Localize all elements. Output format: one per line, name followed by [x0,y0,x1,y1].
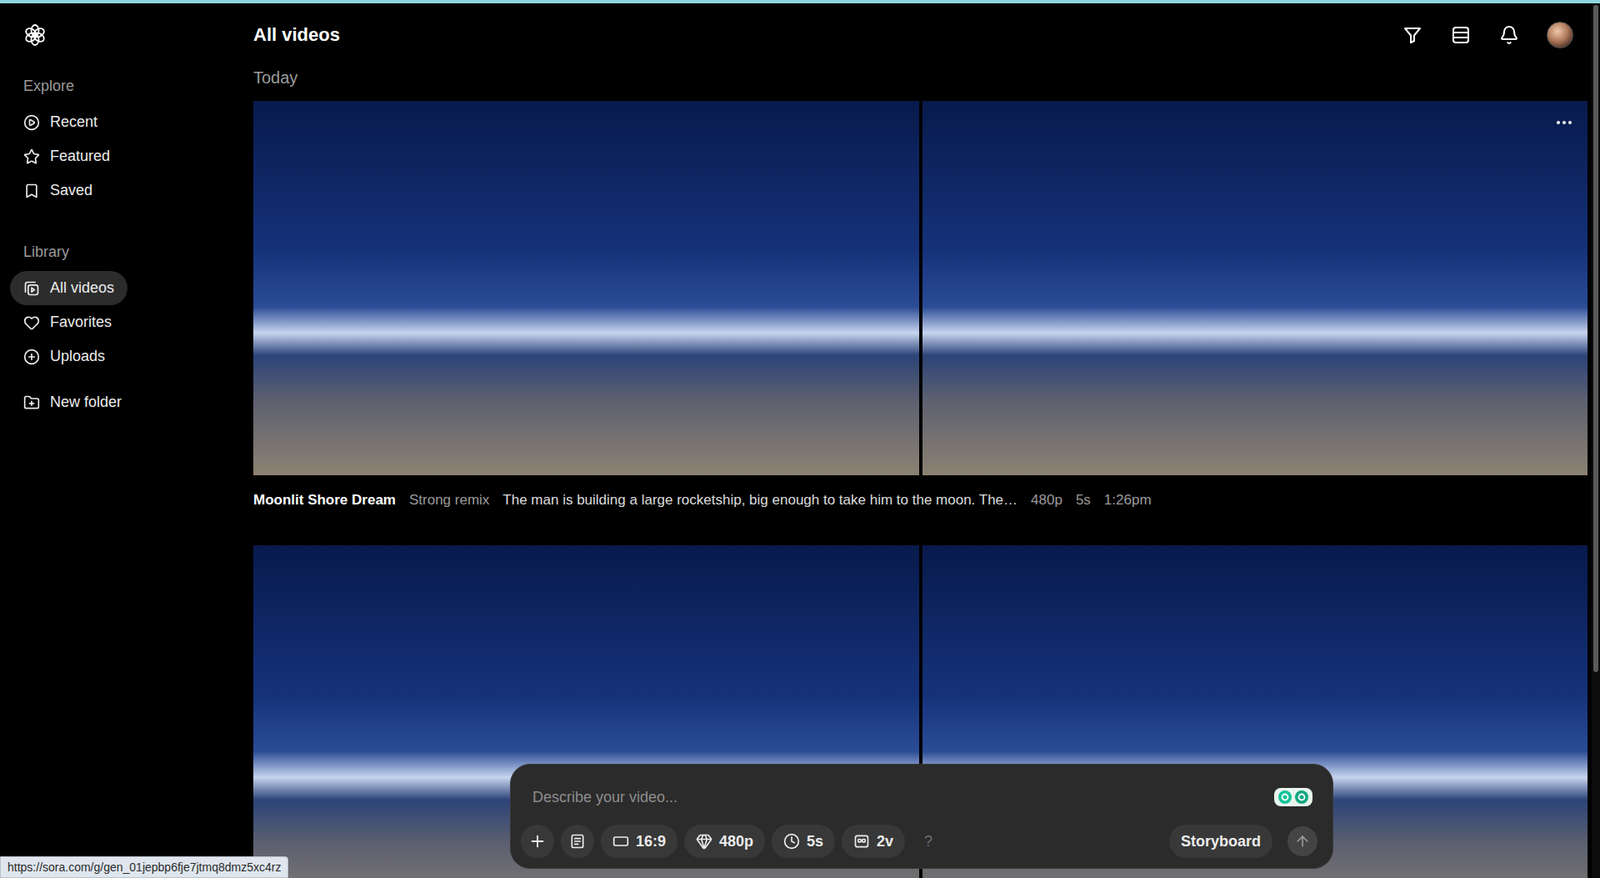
video-frame[interactable] [922,100,1589,475]
setting-pill[interactable]: 2v [841,824,905,858]
setting-pill[interactable]: 16:9 [600,824,678,858]
app-root: Explore RecentFeaturedSaved Library All vid… [0,0,1600,878]
prompt-input-row [520,782,1323,811]
videos-library-icon [23,280,40,297]
notifications-button[interactable] [1498,24,1520,46]
prompt-input[interactable] [530,787,1265,807]
storyboard-button[interactable]: Storyboard [1169,824,1273,858]
bell-icon [1499,25,1520,45]
layout-button[interactable] [1450,24,1472,46]
app-body: Explore RecentFeaturedSaved Library All vid… [0,3,1600,878]
page-header: All videos [253,3,1592,67]
video-duration: 5s [1075,490,1091,510]
layout-icon [1450,25,1471,45]
folder-plus-icon [23,394,40,411]
sidebar-section: Library All videosFavoritesUploads [10,237,244,374]
bookmark-icon [23,182,40,200]
user-avatar[interactable] [1546,21,1574,49]
arrow-up-icon [1294,832,1311,850]
sidebar-item[interactable]: Uploads [10,339,119,374]
top-accent-line [0,0,1600,4]
heart-icon [23,314,40,331]
remix-tag: Strong remix [409,490,490,510]
video-caption: Moonlit Shore Dream Strong remix The man i… [253,475,1592,545]
logo[interactable] [10,23,244,47]
upload-plus-icon [23,348,40,365]
openai-logo-icon [23,23,47,47]
page-title: All videos [253,24,340,46]
group-title: Today [253,66,1592,89]
header-actions [1401,21,1574,49]
duration-clock-icon [783,832,800,850]
filter-button[interactable] [1401,24,1424,46]
setting-pill[interactable]: 5s [771,824,835,858]
new-folder-button[interactable]: New folder [10,385,135,420]
sidebar-item[interactable]: Saved [10,173,106,208]
sidebar-item[interactable]: Featured [10,139,124,174]
resolution-gem-icon [695,832,713,850]
grammar-extension-icon[interactable] [1294,789,1310,805]
video-group: Today Moonlit Shore Dream Strong remix The … [253,66,1592,878]
more-icon [1555,120,1573,125]
video-time: 1:26pm [1104,490,1152,510]
generation: Moonlit Shore Dream Strong remix The man i… [253,100,1592,545]
frame-menu-button[interactable] [1552,114,1576,131]
video-prompt: The man is building a large rocketship, … [502,490,1018,510]
sidebar-item[interactable]: Recent [10,105,111,140]
sidebar-section-title: Library [10,237,244,266]
sidebar-section-title: Explore [10,71,244,100]
composer-controls: 16:9480p5s2v? Storyboard [520,824,1323,858]
sidebar-section: Explore RecentFeaturedSaved [10,71,244,208]
filter-icon [1402,25,1423,45]
status-url: https://sora.com/g/gen_01jepbp6fje7jtmq8… [0,855,289,878]
variations-icon [853,832,870,850]
scrollbar-thumb[interactable] [1593,5,1599,672]
add-media-button[interactable] [520,824,555,858]
extension-plus-icon[interactable] [1277,789,1293,805]
presets-button[interactable] [560,824,595,858]
scrollbar[interactable] [1591,3,1600,878]
setting-pill[interactable]: 480p [684,824,765,858]
star-icon [23,148,40,165]
frame-grid [253,100,1592,475]
sidebar: Explore RecentFeaturedSaved Library All vid… [0,3,254,878]
extension-badge [1274,787,1313,806]
main-content: All videos Today Moonlit Shore Dream Strong… [253,3,1592,878]
storyboard-doc-icon [569,832,586,850]
video-frame[interactable] [253,100,920,475]
aspect-ratio-icon [612,832,630,850]
prompt-composer: 16:9480p5s2v? Storyboard [510,763,1334,869]
video-title[interactable]: Moonlit Shore Dream [253,490,396,510]
sidebar-item[interactable]: Favorites [10,305,125,340]
help-button[interactable]: ? [911,824,945,858]
submit-button[interactable] [1287,825,1318,856]
sidebar-item[interactable]: All videos [10,270,128,305]
video-resolution: 480p [1030,490,1063,510]
plus-icon [528,831,547,850]
recent-icon [23,114,40,131]
